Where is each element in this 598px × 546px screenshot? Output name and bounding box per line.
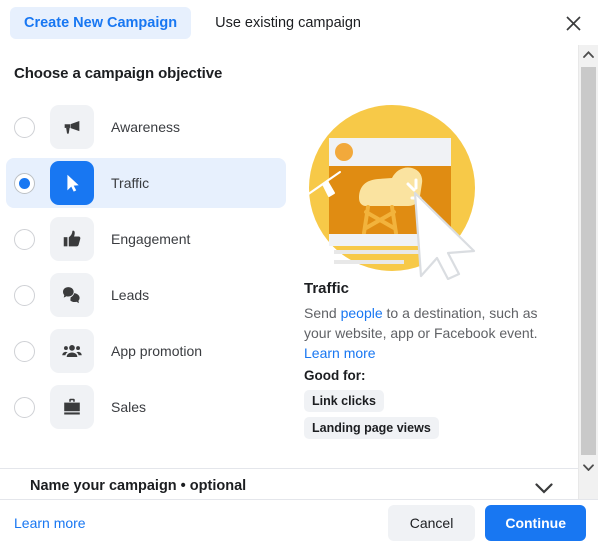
chevron-up-icon (583, 51, 594, 58)
objective-list: Awareness Traffic Engagement Leads App p… (6, 102, 286, 438)
people-link[interactable]: people (341, 305, 383, 321)
objective-icon-tile (50, 161, 94, 205)
radio-app-promotion[interactable] (14, 340, 35, 362)
close-icon (565, 15, 581, 31)
tab-create-new-campaign[interactable]: Create New Campaign (10, 6, 192, 39)
objective-option-traffic[interactable]: Traffic (6, 158, 286, 208)
close-button[interactable] (560, 10, 586, 36)
objective-icon-tile (50, 105, 94, 149)
dialog-header: Create New Campaign Use existing campaig… (0, 0, 598, 45)
collapsed-section-title: Name your campaign • optional (30, 478, 247, 494)
thumbs-up-icon (63, 230, 81, 247)
traffic-illustration (296, 100, 558, 281)
footer-learn-more-link[interactable]: Learn more (14, 515, 86, 531)
objective-icon-tile (50, 329, 94, 373)
radio-awareness[interactable] (14, 116, 35, 138)
radio-traffic[interactable] (14, 172, 35, 194)
cursor-icon (67, 174, 79, 192)
vertical-scrollbar[interactable] (578, 45, 598, 500)
briefcase-icon (64, 398, 80, 415)
collapsed-section-name-your-campaign[interactable]: Name your campaign • optional (0, 468, 578, 500)
objective-option-awareness[interactable]: Awareness (6, 102, 286, 152)
dialog-body: Choose a campaign objective Awareness Tr… (0, 45, 578, 500)
chevron-down-icon[interactable] (535, 483, 553, 494)
radio-engagement[interactable] (14, 228, 35, 250)
traffic-illustration-svg (306, 105, 476, 281)
good-for-chip: Landing page views (304, 417, 439, 439)
page-title: Choose a campaign objective (14, 65, 223, 82)
objective-label: Engagement (111, 231, 191, 247)
detail-title: Traffic (304, 280, 350, 297)
radio-leads[interactable] (14, 284, 35, 306)
dialog-footer: Learn more Cancel Continue (0, 499, 598, 546)
objective-option-app-promotion[interactable]: App promotion (6, 326, 286, 376)
radio-sales[interactable] (14, 396, 35, 418)
scroll-up-button[interactable] (579, 45, 598, 64)
chat-bubbles-icon (63, 287, 80, 304)
tab-use-existing-campaign[interactable]: Use existing campaign (201, 7, 375, 39)
continue-button[interactable]: Continue (485, 505, 586, 541)
scrollbar-thumb[interactable] (581, 67, 596, 455)
footer-button-group: Cancel Continue (387, 505, 586, 541)
detail-learn-more-link[interactable]: Learn more (304, 343, 376, 363)
objective-icon-tile (50, 217, 94, 261)
good-for-chip: Link clicks (304, 390, 384, 412)
objective-option-leads[interactable]: Leads (6, 270, 286, 320)
detail-description: Send people to a destination, such as yo… (304, 303, 544, 343)
objective-icon-tile (50, 273, 94, 317)
objective-option-engagement[interactable]: Engagement (6, 214, 286, 264)
objective-detail-panel: Traffic Send people to a destination, su… (296, 100, 558, 444)
objective-label: Traffic (111, 175, 150, 191)
objective-option-sales[interactable]: Sales (6, 382, 286, 432)
scroll-down-button[interactable] (579, 458, 598, 477)
megaphone-icon (64, 121, 80, 134)
good-for-label: Good for: (304, 368, 366, 383)
cancel-button[interactable]: Cancel (387, 505, 476, 541)
objective-icon-tile (50, 385, 94, 429)
objective-label: Sales (111, 399, 147, 415)
people-icon (62, 345, 82, 358)
objective-label: App promotion (111, 343, 203, 359)
chevron-down-icon (583, 464, 594, 471)
objective-label: Awareness (111, 119, 181, 135)
detail-desc-part1: Send (304, 305, 341, 321)
objective-label: Leads (111, 287, 150, 303)
